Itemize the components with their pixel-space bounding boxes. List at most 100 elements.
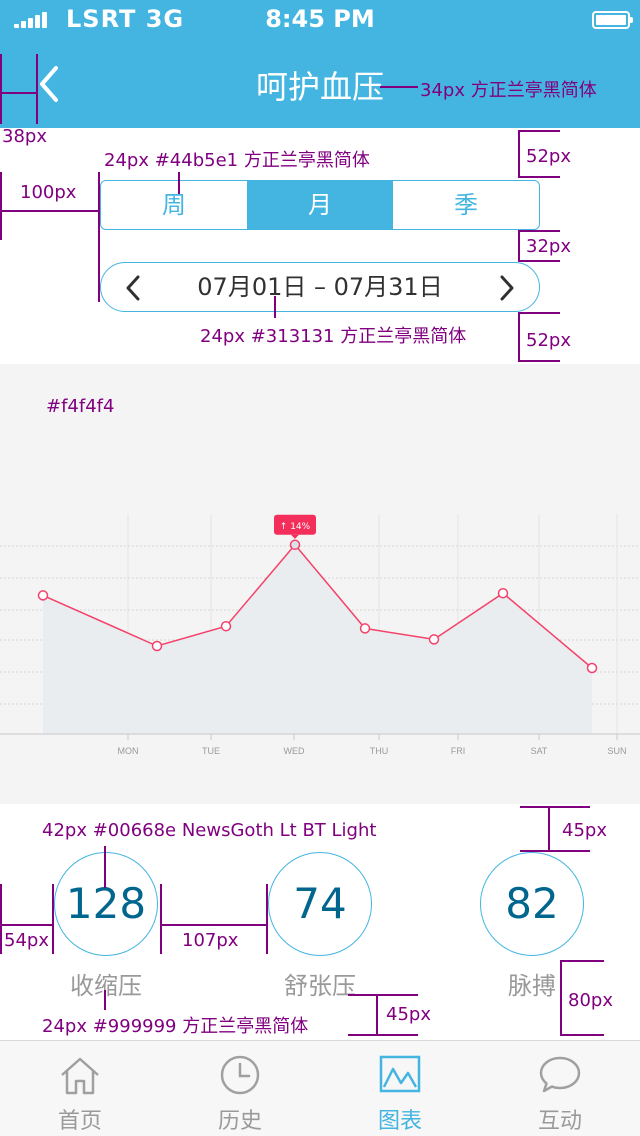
screen: LSRT 3G 8:45 PM 呵护血压 周 月 季 07月01日 – 07月3… bbox=[0, 0, 640, 1136]
chevron-left-icon bbox=[126, 275, 140, 301]
carrier-label: LSRT 3G bbox=[66, 5, 185, 33]
annotation-top-gap: 52px bbox=[526, 146, 571, 167]
annotation-title-font: 34px 方正兰亭黑简体 bbox=[420, 80, 597, 101]
annotation-range-font: 24px #313131 方正兰亭黑简体 bbox=[200, 326, 467, 347]
x-tick-label: SUN bbox=[607, 746, 626, 756]
annotation-stat-spacing: 107px bbox=[182, 930, 239, 951]
tab-charts-label: 图表 bbox=[377, 1109, 422, 1134]
annotation-line bbox=[178, 172, 180, 194]
annotation-bottom-gap: 52px bbox=[526, 330, 571, 351]
annotation-segment-font: 24px #44b5e1 方正兰亭黑简体 bbox=[104, 150, 370, 171]
annotation-line bbox=[104, 846, 106, 888]
annotation-line bbox=[380, 86, 418, 88]
annotation-stat-top-gap: 45px bbox=[562, 820, 607, 841]
annotation-line bbox=[0, 924, 54, 926]
next-range-button[interactable] bbox=[493, 275, 519, 301]
chevron-left-icon bbox=[40, 66, 58, 102]
tab-interact-label: 互动 bbox=[537, 1109, 582, 1134]
clock: 8:45 PM bbox=[265, 5, 375, 33]
tab-bar: 首页 历史 图表 互动 bbox=[0, 1040, 640, 1136]
pulse-value: 82 bbox=[505, 879, 559, 928]
chevron-right-icon bbox=[500, 275, 514, 301]
annotation-line bbox=[560, 960, 604, 962]
annotation-line bbox=[266, 884, 268, 954]
tab-quarter[interactable]: 季 bbox=[393, 181, 539, 229]
annotation-line bbox=[518, 230, 560, 232]
annotation-line bbox=[560, 960, 562, 1036]
annotation-line bbox=[560, 1034, 604, 1036]
annotation-line bbox=[518, 312, 560, 314]
period-segmented-control: 周 月 季 bbox=[100, 180, 540, 230]
home-icon bbox=[61, 1057, 99, 1095]
annotation-line bbox=[348, 994, 418, 996]
chart-icon bbox=[379, 1055, 421, 1093]
tab-interact[interactable]: 互动 bbox=[480, 1041, 640, 1136]
annotation-line bbox=[36, 54, 38, 124]
annotation-line bbox=[160, 884, 162, 954]
chart-panel: MON TUE WED THU FRI SAT SUN ↑ 14% bbox=[0, 364, 640, 804]
data-point bbox=[289, 539, 301, 551]
annotation-left-margin: 100px bbox=[20, 182, 77, 203]
systolic-circle: 128 bbox=[54, 852, 158, 956]
pulse-circle: 82 bbox=[480, 852, 584, 956]
page-title: 呵护血压 bbox=[255, 68, 384, 106]
annotation-line bbox=[52, 884, 54, 954]
annotation-line bbox=[0, 884, 2, 954]
annotation-stat-left-margin: 54px bbox=[4, 930, 49, 951]
annotation-label-to-tabbar: 80px bbox=[568, 990, 613, 1011]
status-bar: LSRT 3G 8:45 PM bbox=[0, 0, 640, 40]
diastolic-circle: 74 bbox=[268, 852, 372, 956]
tab-home[interactable]: 首页 bbox=[0, 1041, 160, 1136]
annotation-line bbox=[0, 54, 2, 124]
systolic-label: 收缩压 bbox=[70, 972, 142, 1000]
trend-badge-label: ↑ 14% bbox=[280, 522, 311, 532]
tab-history-label: 历史 bbox=[217, 1109, 262, 1134]
battery-icon bbox=[592, 11, 633, 29]
data-point bbox=[497, 587, 509, 599]
annotation-label-gap: 45px bbox=[386, 1004, 431, 1025]
annotation-line bbox=[520, 850, 590, 852]
annotation-line bbox=[520, 806, 590, 808]
x-tick-label: SAT bbox=[531, 746, 548, 756]
date-range-selector: 07月01日 – 07月31日 bbox=[100, 262, 540, 312]
tab-month[interactable]: 月 bbox=[247, 181, 393, 229]
annotation-line bbox=[376, 994, 378, 1036]
annotation-line bbox=[518, 230, 520, 262]
annotation-line bbox=[548, 806, 550, 852]
annotation-line bbox=[0, 92, 38, 94]
data-point bbox=[220, 620, 232, 632]
trend-badge-pointer bbox=[291, 534, 299, 539]
x-tick-label: MON bbox=[118, 746, 139, 756]
annotation-line bbox=[518, 176, 560, 178]
annotation-line bbox=[98, 172, 100, 302]
data-point bbox=[428, 634, 440, 645]
annotation-control-gap: 32px bbox=[526, 236, 571, 257]
prev-range-button[interactable] bbox=[121, 275, 147, 301]
annotation-line bbox=[518, 130, 520, 178]
annotation-line bbox=[104, 990, 106, 1010]
annotation-line bbox=[348, 1034, 418, 1036]
diastolic-value: 74 bbox=[293, 879, 347, 928]
date-range-label: 07月01日 – 07月31日 bbox=[197, 273, 443, 301]
tab-history[interactable]: 历史 bbox=[160, 1041, 320, 1136]
annotation-line bbox=[0, 172, 2, 240]
annotation-back-margin: 38px bbox=[2, 126, 47, 147]
annotation-line bbox=[160, 924, 268, 926]
tab-week[interactable]: 周 bbox=[101, 181, 247, 229]
data-point bbox=[359, 623, 371, 634]
annotation-line bbox=[274, 296, 276, 318]
x-tick-label: WED bbox=[284, 746, 305, 756]
tab-charts[interactable]: 图表 bbox=[320, 1041, 480, 1136]
data-point bbox=[37, 590, 49, 601]
signal-icon bbox=[14, 12, 48, 28]
x-tick-label: TUE bbox=[202, 746, 220, 756]
clock-icon bbox=[220, 1055, 260, 1095]
annotation-line bbox=[518, 360, 560, 362]
back-button[interactable] bbox=[34, 60, 74, 108]
annotation-value-font: 42px #00668e NewsGoth Lt BT Light bbox=[42, 820, 377, 841]
blood-pressure-chart: MON TUE WED THU FRI SAT SUN ↑ 14% bbox=[0, 514, 640, 756]
annotation-line bbox=[0, 210, 100, 212]
systolic-value: 128 bbox=[65, 879, 147, 928]
annotation-panel-color: #f4f4f4 bbox=[46, 396, 115, 417]
tab-home-label: 首页 bbox=[57, 1109, 102, 1134]
